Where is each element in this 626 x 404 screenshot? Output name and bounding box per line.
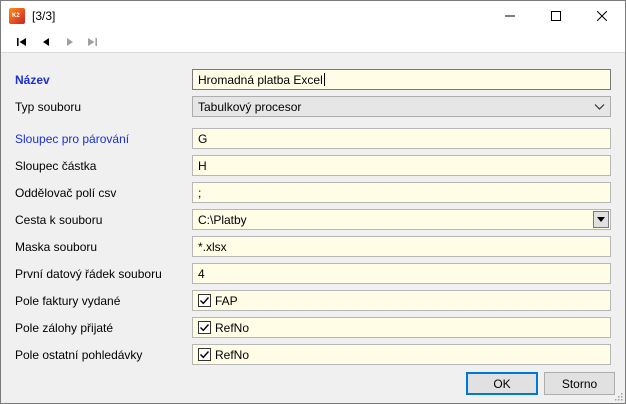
- dropdown-arrow-icon: [597, 217, 605, 222]
- app-logo-text: K2: [12, 13, 20, 19]
- typ-souboru-value: Tabulkový procesor: [198, 100, 302, 114]
- minimize-icon: [505, 15, 515, 17]
- oddelovac-label: Oddělovač polí csv: [15, 186, 117, 200]
- oddelovac-input[interactable]: ;: [192, 182, 611, 203]
- first-record-icon: [17, 38, 26, 46]
- zalohy-prijate-label: Pole zálohy přijaté: [15, 321, 114, 335]
- row-sloupec-parovani: Sloupec pro párování G: [1, 128, 625, 150]
- checkmark-icon: [200, 351, 210, 359]
- maska-value: *.xlsx: [198, 240, 227, 254]
- cesta-label: Cesta k souboru: [15, 213, 103, 227]
- sloupec-parovani-input[interactable]: G: [192, 128, 611, 149]
- faktury-vydane-input[interactable]: FAP: [192, 290, 611, 311]
- prvni-radek-value: 4: [198, 267, 205, 281]
- faktury-vydane-label: Pole faktury vydané: [15, 294, 121, 308]
- zalohy-prijate-value: RefNo: [215, 321, 250, 335]
- last-record-icon: [88, 38, 97, 46]
- prvni-radek-label: První datový řádek souboru: [15, 267, 162, 281]
- row-zalohy-prijate: Pole zálohy přijaté RefNo: [1, 317, 625, 339]
- app-logo-icon: K2: [9, 8, 25, 24]
- ostatni-pohledavky-input[interactable]: RefNo: [192, 344, 611, 365]
- form-area: Název Hromadná platba Excel Typ souboru …: [1, 53, 625, 403]
- ostatni-pohledavky-label: Pole ostatní pohledávky: [15, 348, 143, 362]
- zalohy-prijate-input[interactable]: RefNo: [192, 317, 611, 338]
- next-record-button[interactable]: [61, 34, 79, 50]
- maximize-icon: [551, 11, 561, 21]
- row-cesta: Cesta k souboru C:\Platby: [1, 209, 625, 231]
- row-faktury-vydane: Pole faktury vydané FAP: [1, 290, 625, 312]
- minimize-button[interactable]: [487, 1, 533, 31]
- last-record-button[interactable]: [83, 34, 101, 50]
- row-prvni-radek: První datový řádek souboru 4: [1, 263, 625, 285]
- sloupec-castka-label: Sloupec částka: [15, 159, 97, 173]
- resize-grip-icon[interactable]: [613, 391, 623, 401]
- close-icon: [597, 11, 607, 21]
- previous-record-icon: [43, 38, 49, 46]
- cesta-input[interactable]: C:\Platby: [192, 209, 611, 230]
- row-sloupec-castka: Sloupec částka H: [1, 155, 625, 177]
- row-maska: Maska souboru *.xlsx: [1, 236, 625, 258]
- record-navigation-bar: [1, 31, 625, 53]
- chevron-down-icon: [594, 101, 605, 115]
- maska-input[interactable]: *.xlsx: [192, 236, 611, 257]
- typ-souboru-label: Typ souboru: [15, 100, 82, 114]
- sloupec-castka-value: H: [198, 159, 207, 173]
- previous-record-button[interactable]: [37, 34, 55, 50]
- typ-souboru-select[interactable]: Tabulkový procesor: [192, 96, 611, 117]
- ostatni-pohledavky-value: RefNo: [215, 348, 250, 362]
- row-typ-souboru: Typ souboru Tabulkový procesor: [1, 96, 625, 118]
- sloupec-parovani-label: Sloupec pro párování: [15, 132, 130, 146]
- sloupec-castka-input[interactable]: H: [192, 155, 611, 176]
- ok-button[interactable]: OK: [466, 372, 538, 395]
- window-title: [3/3]: [32, 9, 56, 23]
- close-button[interactable]: [579, 1, 625, 31]
- text-caret: [323, 73, 325, 86]
- checkmark-icon: [200, 324, 210, 332]
- maska-label: Maska souboru: [15, 240, 98, 254]
- checkmark-icon: [200, 297, 210, 305]
- first-record-button[interactable]: [13, 34, 31, 50]
- nazev-input[interactable]: Hromadná platba Excel: [192, 69, 611, 90]
- row-oddelovac: Oddělovač polí csv ;: [1, 182, 625, 204]
- cesta-dropdown-button[interactable]: [593, 211, 609, 228]
- row-nazev: Název Hromadná platba Excel: [1, 69, 625, 91]
- faktury-vydane-value: FAP: [215, 294, 238, 308]
- title-bar[interactable]: K2 [3/3]: [1, 1, 625, 31]
- zalohy-prijate-checkbox[interactable]: [198, 321, 211, 334]
- faktury-vydane-checkbox[interactable]: [198, 294, 211, 307]
- nazev-label: Název: [15, 73, 50, 87]
- nazev-value: Hromadná platba Excel: [198, 73, 325, 87]
- row-ostatni-pohledavky: Pole ostatní pohledávky RefNo: [1, 344, 625, 366]
- cesta-value: C:\Platby: [198, 213, 247, 227]
- oddelovac-value: ;: [198, 186, 202, 200]
- storno-button[interactable]: Storno: [544, 372, 615, 395]
- ostatni-pohledavky-checkbox[interactable]: [198, 348, 211, 361]
- dialog-window: K2 [3/3] Název Hromadná platba Excel Typ…: [0, 0, 626, 404]
- next-record-icon: [67, 38, 73, 46]
- prvni-radek-input[interactable]: 4: [192, 263, 611, 284]
- maximize-button[interactable]: [533, 1, 579, 31]
- sloupec-parovani-value: G: [198, 132, 208, 146]
